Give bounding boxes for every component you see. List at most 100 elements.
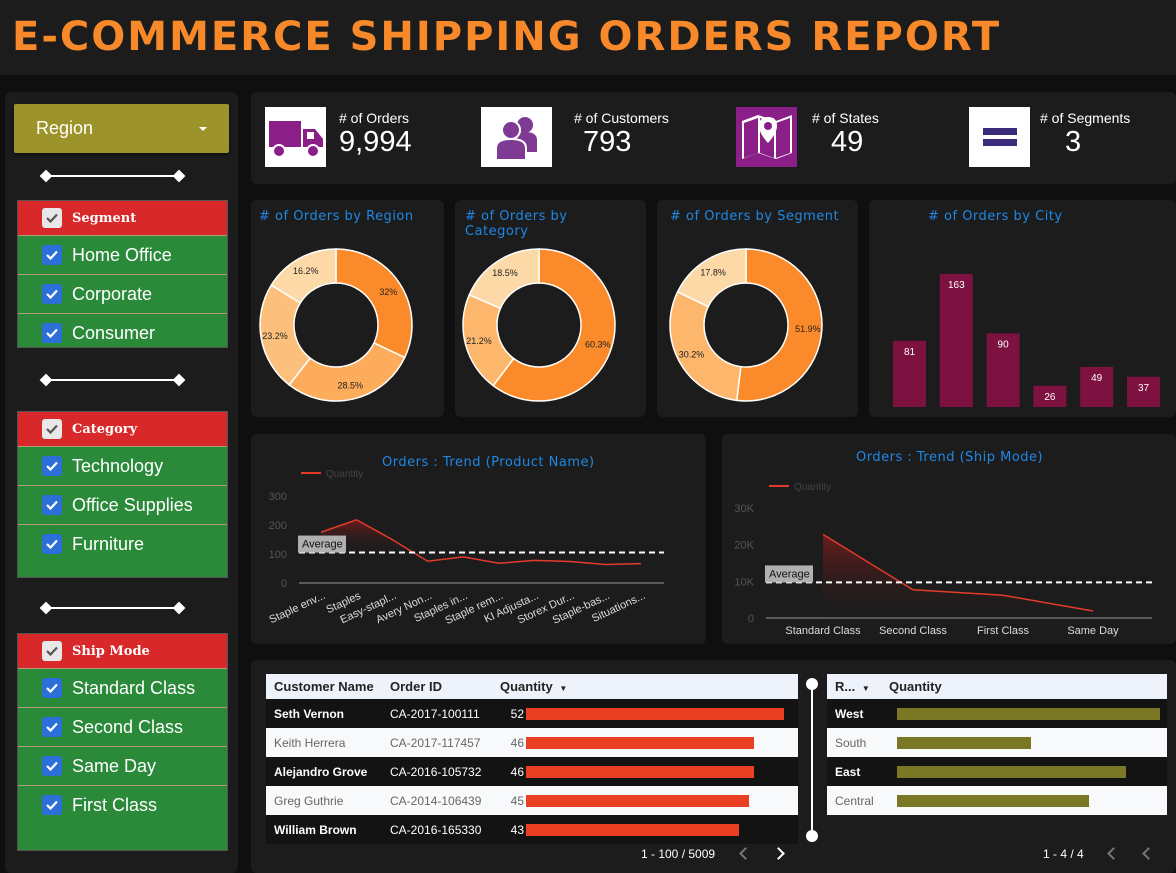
checkbox-icon[interactable] [42,208,62,228]
kpi-label: # of States [812,110,879,126]
range-slider-1[interactable] [39,169,186,183]
filter-option[interactable]: Standard Class [18,668,227,707]
customer-name-cell: Keith Herrera [266,728,390,757]
donut-slice[interactable] [335,248,413,359]
filter-option[interactable]: First Class [18,785,227,824]
filter-option-label: Consumer [72,322,156,343]
donut-slice[interactable] [669,290,742,402]
slider-handle-right[interactable] [172,169,186,183]
prev-page-icon[interactable] [1142,847,1155,860]
column-header-customer[interactable]: Customer Name [266,674,390,699]
donut-slice[interactable] [288,341,406,402]
average-label: Average [769,568,810,580]
filter-option[interactable]: Consumer [18,313,227,352]
checkbox-icon[interactable] [42,795,62,815]
filter-option-label: Same Day [72,755,157,776]
ship-mode-filter: Ship Mode Standard Class Second Class Same … [17,633,228,851]
slider-handle-right[interactable] [172,601,186,615]
filter-option[interactable]: Corporate [18,274,227,313]
trend-shipmode-chart[interactable]: Quantity 30K 20K 10K 0 Average Standard Class S… [722,434,1176,644]
filter-option[interactable]: Furniture [18,524,227,563]
trend-product-chart[interactable]: Quantity3002001000AverageStaple env...St… [251,434,706,644]
slice-label: 17.8% [700,267,726,277]
chart-title: # of Orders by Category [465,209,568,239]
range-slider-3[interactable] [39,601,186,615]
kpi-label: # of Orders [339,110,410,126]
order-id-cell: CA-2017-100111 [390,699,500,728]
range-slider-2[interactable] [39,373,186,387]
column-header-quantity[interactable]: Quantity [889,674,1167,699]
filter-header[interactable]: Segment [18,201,227,235]
quantity-bar [897,795,1089,808]
bar-value-label: 81 [904,347,916,358]
slider-handle-right[interactable] [172,373,186,387]
filter-header-label: Category [72,421,138,437]
checkbox-icon[interactable] [42,456,62,476]
donut-chart-category[interactable]: 60.3% 21.2% 18.5% [459,242,629,412]
region-dropdown[interactable]: Region [14,104,229,153]
slider-handle-left[interactable] [39,169,53,183]
x-tick-label: Second Class [879,625,947,637]
column-header-region[interactable]: R... ▼ [827,674,889,699]
splitter-handle-top[interactable] [806,678,818,690]
checkbox-icon[interactable] [42,717,62,737]
slice-label: 30.2% [679,350,705,360]
orders-table: Customer Name Order ID Quantity ▼ Seth V… [266,674,798,844]
donut-chart-region[interactable]: 32% 28.5% 23.2% 16.2% [256,242,426,412]
table-row[interactable]: Keith Herrera CA-2017-117457 46 [266,728,798,757]
bar-value-label: 49 [1091,373,1103,384]
table-row[interactable]: Seth Vernon CA-2017-100111 52 [266,699,798,728]
checkbox-icon[interactable] [42,641,62,661]
checkbox-icon[interactable] [42,534,62,554]
filter-option[interactable]: Same Day [18,746,227,785]
next-page-icon[interactable] [772,847,785,860]
prev-page-icon[interactable] [1107,847,1120,860]
filter-header[interactable]: Category [18,412,227,446]
y-tick-label: 10K [734,576,754,588]
table-row[interactable]: South [827,728,1167,757]
checkbox-icon[interactable] [42,678,62,698]
quantity-bar [897,737,1031,750]
trend-product-panel: Orders : Trend (Product Name) Quantity 30… [251,434,706,644]
checkbox-icon[interactable] [42,245,62,265]
filter-option[interactable]: Home Office [18,235,227,274]
checkbox-icon[interactable] [42,323,62,343]
donut-chart-segment[interactable]: 51.9% 30.2% 17.8% [666,242,836,412]
table-splitter[interactable] [811,683,813,836]
quantity-bar [897,766,1126,779]
column-header-quantity[interactable]: Quantity ▼ [500,674,798,699]
slider-handle-left[interactable] [39,373,53,387]
city-bar[interactable] [939,273,973,407]
splitter-handle-bottom[interactable] [806,830,818,842]
filter-option[interactable]: Technology [18,446,227,485]
table-row[interactable]: William Brown CA-2016-165330 43 [266,815,798,844]
filter-option[interactable]: Office Supplies [18,485,227,524]
table-row[interactable]: West [827,699,1167,728]
table-row[interactable]: East [827,757,1167,786]
order-id-cell: CA-2017-117457 [390,728,500,757]
quantity-value: 46 [510,764,524,779]
checkbox-icon[interactable] [42,284,62,304]
checkbox-icon[interactable] [42,495,62,515]
filter-option[interactable]: Second Class [18,707,227,746]
filter-header[interactable]: Ship Mode [18,634,227,668]
x-tick-label: First Class [977,625,1029,637]
quantity-cell: 46 [500,728,798,757]
kpi-value: 9,994 [339,126,412,158]
checkbox-icon[interactable] [42,756,62,776]
slider-handle-left[interactable] [39,601,53,615]
donut-slice[interactable] [468,248,540,310]
table-row[interactable]: Alejandro Grove CA-2016-105732 46 [266,757,798,786]
table-row[interactable]: Greg Guthrie CA-2014-106439 45 [266,786,798,815]
x-tick-label: Standard Class [785,625,861,637]
region-cell: Central [827,786,889,815]
prev-page-icon[interactable] [739,847,752,860]
legend-label: Quantity [794,482,831,493]
filter-option-label: Second Class [72,716,184,737]
column-header-order-id[interactable]: Order ID [390,674,500,699]
chart-title: # of Orders by Region [259,209,414,224]
checkbox-icon[interactable] [42,419,62,439]
table-row[interactable]: Central [827,786,1167,815]
quantity-value: 45 [510,793,524,808]
city-bar-chart[interactable]: 81 163 90 26 49 37 [869,200,1176,417]
